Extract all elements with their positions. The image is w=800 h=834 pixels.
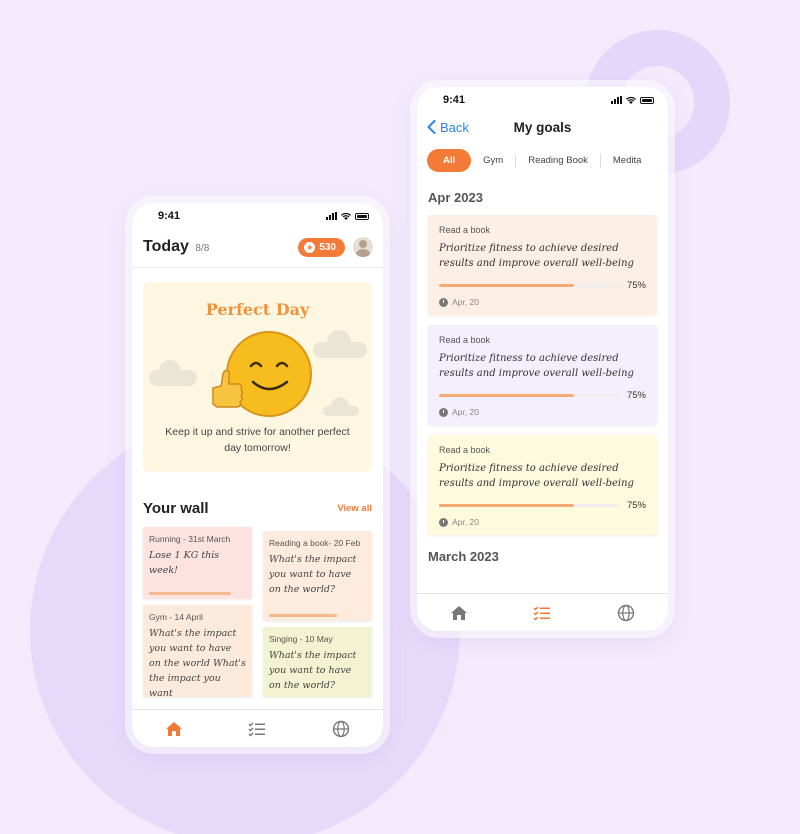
today-phone-screen: 9:41 Today 8/8 ★ 530 Perfect Day Keep it… [132, 203, 383, 747]
goal-text: Prioritize fitness to achieve desired re… [439, 463, 634, 489]
goal-card[interactable]: Read a book Prioritize fitness to achiev… [428, 435, 657, 535]
clock-icon [439, 297, 448, 307]
cloud-icon [323, 397, 359, 416]
goal-progress-bar [439, 394, 619, 397]
filter-meditation[interactable]: Medita [601, 149, 654, 172]
note-meta: Gym - 14 April [149, 612, 203, 622]
tab-explore[interactable] [616, 603, 636, 623]
goal-card[interactable]: Read a book Prioritize fitness to achiev… [428, 215, 657, 315]
goal-category: Read a book [439, 335, 491, 345]
battery-icon [355, 212, 369, 220]
globe-icon [617, 604, 635, 621]
signal-icon [326, 212, 337, 220]
tab-bar [417, 593, 668, 631]
avatar[interactable] [353, 237, 373, 257]
goal-date: Apr, 20 [452, 517, 479, 527]
wifi-icon [626, 96, 636, 104]
page-title: Today [143, 238, 189, 255]
tasks-icon [248, 722, 266, 736]
goal-percent: 75% [626, 280, 646, 291]
month-header: March 2023 [428, 549, 499, 564]
tab-home[interactable] [164, 719, 184, 739]
thumbs-up-smiley-icon [212, 331, 312, 417]
star-icon: ★ [304, 241, 316, 253]
goal-card[interactable]: Read a book Prioritize fitness to achiev… [428, 325, 657, 425]
wall-note[interactable]: Running - 31st March Lose 1 KG this week… [143, 527, 252, 599]
wifi-icon [341, 212, 351, 220]
clock-icon [439, 517, 448, 527]
tasks-icon [533, 606, 551, 620]
perfect-day-title: Perfect Day [205, 300, 310, 319]
perfect-day-card: Perfect Day Keep it up and strive for an… [143, 282, 372, 472]
note-body: What's the impact you want to have on th… [149, 628, 246, 697]
view-all-link[interactable]: View all [337, 503, 372, 514]
tab-explore[interactable] [331, 719, 351, 739]
home-icon [450, 605, 467, 620]
filter-chips: All Gym Reading Book Medita [417, 141, 668, 172]
today-header: Today 8/8 ★ 530 [132, 229, 383, 268]
tab-tasks[interactable] [532, 603, 552, 623]
back-label: Back [440, 119, 469, 135]
goal-category: Read a book [439, 225, 491, 235]
note-meta: Reading a book- 20 Feb [269, 538, 361, 548]
home-icon [165, 721, 182, 736]
goal-percent: 75% [626, 500, 646, 511]
note-body: What's the impact you want to have on th… [269, 554, 357, 595]
status-time: 9:41 [443, 94, 466, 106]
status-time: 9:41 [158, 210, 181, 222]
wall-title: Your wall [143, 500, 209, 517]
month-header: Apr 2023 [428, 190, 483, 205]
perfect-day-message: Keep it up and strive for another perfec… [165, 426, 350, 454]
nav-bar: Back My goals [417, 113, 668, 141]
back-button[interactable]: Back [427, 120, 469, 135]
tab-tasks[interactable] [247, 719, 267, 739]
globe-icon [332, 720, 350, 737]
filter-reading-book[interactable]: Reading Book [516, 149, 600, 172]
goal-category: Read a book [439, 445, 491, 455]
wall-header: Your wall View all [132, 472, 383, 527]
goal-date: Apr, 20 [452, 297, 479, 307]
goal-text: Prioritize fitness to achieve desired re… [439, 243, 634, 269]
tab-home[interactable] [449, 603, 469, 623]
points-value: 530 [319, 241, 336, 253]
cloud-icon [149, 360, 197, 386]
note-body: What's the impact you want to have on th… [269, 650, 357, 691]
chevron-left-icon [427, 120, 436, 134]
wall-note[interactable]: Gym - 14 April What's the impact you wan… [143, 605, 252, 697]
note-meta: Running - 31st March [149, 534, 231, 544]
tab-bar [132, 709, 383, 747]
note-progress-bar [269, 614, 337, 617]
filter-gym[interactable]: Gym [471, 149, 515, 172]
signal-icon [611, 96, 622, 104]
today-count: 8/8 [195, 243, 210, 254]
wall-notes: Running - 31st March Lose 1 KG this week… [143, 527, 372, 697]
goal-date: Apr, 20 [452, 407, 479, 417]
goal-text: Prioritize fitness to achieve desired re… [439, 353, 634, 379]
goal-progress-bar [439, 284, 619, 287]
wall-note[interactable]: Singing - 10 May What's the impact you w… [263, 627, 372, 697]
filter-all[interactable]: All [427, 149, 472, 172]
points-badge[interactable]: ★ 530 [298, 237, 345, 257]
cloud-icon [313, 330, 367, 358]
note-body: Lose 1 KG this week! [149, 550, 220, 576]
wall-note[interactable]: Reading a book- 20 Feb What's the impact… [263, 531, 372, 621]
note-meta: Singing - 10 May [269, 634, 333, 644]
my-goals-phone-screen: 9:41 Back My goals All Gym Reading Book … [417, 87, 668, 631]
battery-icon [640, 96, 654, 104]
clock-icon [439, 407, 448, 417]
goal-percent: 75% [626, 390, 646, 401]
note-progress-bar [149, 592, 232, 595]
status-bar: 9:41 [417, 87, 668, 113]
status-bar: 9:41 [132, 203, 383, 229]
goal-progress-bar [439, 504, 619, 507]
